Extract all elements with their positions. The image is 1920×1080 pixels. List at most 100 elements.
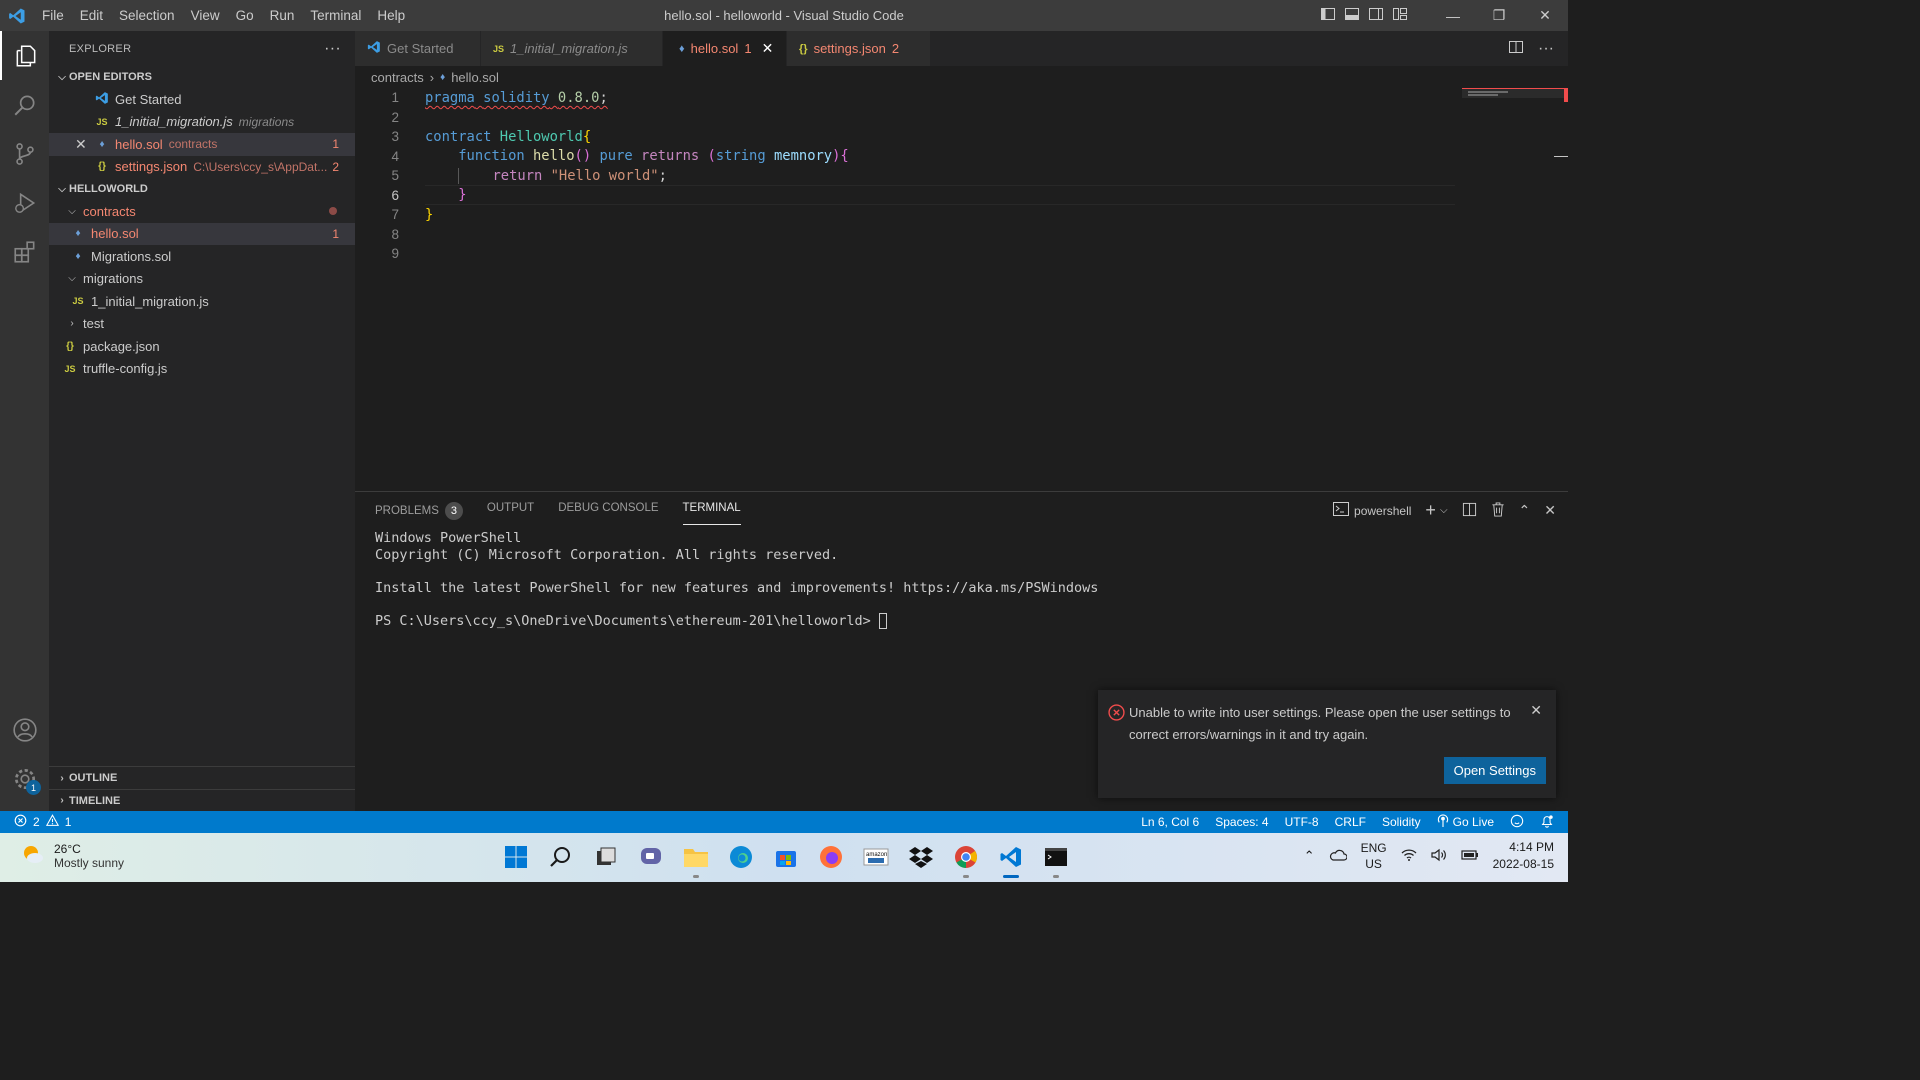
feedback-icon[interactable] xyxy=(1510,814,1524,831)
close-panel-icon[interactable]: ✕ xyxy=(1544,502,1556,519)
onedrive-cloud-icon[interactable] xyxy=(1329,849,1348,864)
tab-get-started[interactable]: Get Started xyxy=(355,31,481,66)
tree-folder-test[interactable]: › test xyxy=(49,313,355,336)
tree-folder-migrations[interactable]: ⌵ migrations xyxy=(49,268,355,291)
tree-file-package-json[interactable]: {} package.json xyxy=(49,335,355,358)
menu-edit[interactable]: Edit xyxy=(72,0,111,31)
menu-go[interactable]: Go xyxy=(228,0,262,31)
close-tab-icon[interactable]: ✕ xyxy=(762,40,774,57)
open-editor-item[interactable]: ✕ ♦ hello.sol contracts 1 xyxy=(49,133,355,156)
store-icon[interactable] xyxy=(770,841,802,873)
weather-widget[interactable]: 26°C Mostly sunny xyxy=(20,841,124,870)
menu-terminal[interactable]: Terminal xyxy=(302,0,369,31)
taskbar-search-icon[interactable] xyxy=(545,841,577,873)
code-line: 3 contract Helloworld{ xyxy=(391,128,592,145)
tab-output[interactable]: OUTPUT xyxy=(487,502,534,525)
line-ending[interactable]: CRLF xyxy=(1335,815,1366,829)
indentation[interactable]: Spaces: 4 xyxy=(1215,815,1268,829)
chevron-down-icon[interactable]: ⌵ xyxy=(1440,505,1448,516)
tab-problems[interactable]: PROBLEMS 3 xyxy=(375,502,463,525)
go-live-button[interactable]: Go Live xyxy=(1437,814,1494,830)
dropbox-icon[interactable] xyxy=(905,841,937,873)
firefox-icon[interactable] xyxy=(815,841,847,873)
split-editor-icon[interactable] xyxy=(1508,39,1524,58)
vscode-taskbar-icon[interactable] xyxy=(995,841,1027,878)
toggle-primary-sidebar-icon[interactable] xyxy=(1320,6,1336,25)
input-language[interactable]: ENG US xyxy=(1361,840,1387,872)
language-mode[interactable]: Solidity xyxy=(1382,815,1421,829)
volume-icon[interactable] xyxy=(1431,848,1447,865)
tab-terminal[interactable]: TERMINAL xyxy=(682,502,741,525)
source-control-icon[interactable] xyxy=(0,129,49,178)
minimize-button[interactable]: — xyxy=(1430,0,1476,31)
update-badge: 1 xyxy=(26,780,41,795)
encoding[interactable]: UTF-8 xyxy=(1285,815,1319,829)
menu-run[interactable]: Run xyxy=(262,0,303,31)
tab-hello-sol[interactable]: ♦ hello.sol 1 ✕ xyxy=(663,31,787,66)
task-view-icon[interactable] xyxy=(590,841,622,873)
maximize-panel-icon[interactable]: ⌃ xyxy=(1519,502,1531,519)
code-editor[interactable]: 1 pragma solidity 0.8.0; 2 3 contract He… xyxy=(355,88,1568,490)
extensions-icon[interactable] xyxy=(0,227,49,276)
tree-file-hello-sol[interactable]: ♦ hello.sol 1 xyxy=(49,222,355,245)
open-editor-item[interactable]: Get Started xyxy=(49,88,355,111)
show-hidden-icons-chevron-icon[interactable]: ⌃ xyxy=(1304,848,1315,864)
breadcrumb-folder[interactable]: contracts xyxy=(371,70,424,85)
outline-section[interactable]: › OUTLINE xyxy=(49,767,355,789)
trash-icon[interactable] xyxy=(1491,501,1505,520)
amazon-icon[interactable]: amazon xyxy=(860,841,892,873)
minimap[interactable] xyxy=(1462,88,1568,490)
terminal-output[interactable]: Windows PowerShell Copyright (C) Microsof… xyxy=(375,530,1098,629)
toggle-secondary-sidebar-icon[interactable] xyxy=(1368,6,1384,25)
restore-button[interactable]: ❐ xyxy=(1476,0,1522,31)
json-icon: {} xyxy=(66,340,74,352)
tree-folder-contracts[interactable]: ⌵ contracts xyxy=(49,200,355,223)
terminal-shell-selector[interactable]: powershell xyxy=(1333,502,1411,519)
customize-layout-icon[interactable] xyxy=(1392,6,1408,25)
menu-file[interactable]: File xyxy=(34,0,72,31)
cursor-position[interactable]: Ln 6, Col 6 xyxy=(1141,815,1199,829)
menu-view[interactable]: View xyxy=(183,0,228,31)
toggle-panel-icon[interactable] xyxy=(1344,6,1360,25)
terminal-app-icon[interactable] xyxy=(1040,841,1072,878)
close-editor-icon[interactable]: ✕ xyxy=(75,136,93,153)
split-terminal-icon[interactable] xyxy=(1462,502,1477,520)
system-clock[interactable]: 4:14 PM 2022-08-15 xyxy=(1493,839,1554,873)
start-windows-icon[interactable] xyxy=(500,841,532,873)
more-actions-icon[interactable]: ··· xyxy=(1538,40,1554,58)
tree-file-truffle-config[interactable]: JS truffle-config.js xyxy=(49,358,355,381)
status-bar: 2 1 Ln 6, Col 6 Spaces: 4 UTF-8 CRLF Sol… xyxy=(0,811,1568,833)
timeline-section[interactable]: › TIMELINE xyxy=(49,789,355,811)
manage-gear-icon[interactable]: 1 xyxy=(0,754,49,803)
edge-browser-icon[interactable] xyxy=(725,841,757,873)
tree-file-initial-migration[interactable]: JS 1_initial_migration.js xyxy=(49,290,355,313)
breadcrumb-file[interactable]: hello.sol xyxy=(451,70,499,85)
accounts-icon[interactable] xyxy=(0,705,49,754)
tab-debug-console[interactable]: DEBUG CONSOLE xyxy=(558,502,658,525)
close-notification-icon[interactable]: ✕ xyxy=(1530,702,1542,719)
tree-file-migrations-sol[interactable]: ♦ Migrations.sol xyxy=(49,245,355,268)
explorer-icon[interactable] xyxy=(0,31,49,80)
problems-status[interactable]: 2 1 xyxy=(14,814,71,830)
tab-settings-json[interactable]: {} settings.json 2 xyxy=(787,31,931,66)
new-terminal-icon[interactable]: + xyxy=(1425,500,1436,521)
menu-help[interactable]: Help xyxy=(369,0,413,31)
terminal-line: Windows PowerShell xyxy=(375,530,522,546)
chat-icon[interactable] xyxy=(635,841,667,873)
open-editors-section[interactable]: ⌵ OPEN EDITORS xyxy=(49,66,355,88)
menu-selection[interactable]: Selection xyxy=(111,0,183,31)
file-explorer-icon[interactable] xyxy=(680,841,712,878)
run-debug-icon[interactable] xyxy=(0,178,49,227)
tab-initial-migration[interactable]: JS 1_initial_migration.js xyxy=(481,31,663,66)
helloworld-section[interactable]: ⌵ HELLOWORLD xyxy=(49,178,355,200)
open-settings-button[interactable]: Open Settings xyxy=(1443,757,1546,784)
open-editor-item[interactable]: {} settings.json C:\Users\ccy_s\AppDat..… xyxy=(49,156,355,179)
more-actions-icon[interactable]: ··· xyxy=(324,40,341,58)
battery-icon[interactable] xyxy=(1461,849,1479,864)
chrome-icon[interactable] xyxy=(950,841,982,878)
wifi-icon[interactable] xyxy=(1401,848,1417,865)
notifications-bell-icon[interactable] xyxy=(1540,814,1554,831)
close-window-button[interactable]: ✕ xyxy=(1522,0,1568,31)
open-editor-item[interactable]: JS 1_initial_migration.js migrations xyxy=(49,111,355,134)
search-icon[interactable] xyxy=(0,80,49,129)
